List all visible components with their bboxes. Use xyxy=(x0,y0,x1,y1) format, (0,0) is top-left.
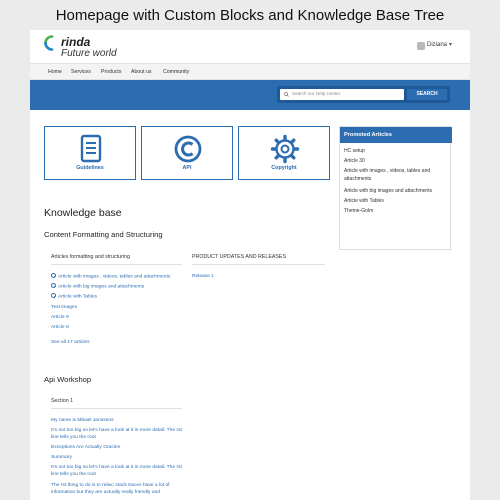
nav-item-products[interactable]: Products xyxy=(101,69,121,75)
nav-item-about-us[interactable]: About us xyxy=(131,69,151,75)
promoted-articles: Promoted Articles HC setup Article 30 Ar… xyxy=(339,126,452,250)
section-heading[interactable]: PRODUCT UPDATES AND RELEASES xyxy=(192,254,286,260)
article-link[interactable]: Article 8 xyxy=(51,324,69,331)
article-link[interactable]: Article with big images and attachments xyxy=(51,283,144,291)
article-title: Article with big images and attachments xyxy=(58,284,145,290)
promoted-star-icon xyxy=(51,273,56,278)
block-api[interactable]: API xyxy=(141,126,233,180)
help-center-page: rinda Future world Diziana ▾ Home Servic… xyxy=(30,30,470,500)
logo-tagline: Future world xyxy=(61,48,117,59)
block-label: API xyxy=(182,165,192,171)
section-heading[interactable]: Articles formatting and structuring xyxy=(51,254,130,260)
user-avatar-icon xyxy=(417,42,425,50)
article-link[interactable]: Test images xyxy=(51,304,77,311)
header: rinda Future world Diziana ▾ xyxy=(30,30,470,63)
hero-banner: Search our Help Center SEARCH xyxy=(30,80,470,110)
promoted-item[interactable]: Theme-Golm xyxy=(344,207,448,215)
section-divider xyxy=(51,264,182,265)
article-title: Article with images , videos, tables and… xyxy=(58,274,171,280)
nav-item-services[interactable]: Services xyxy=(71,69,91,75)
block-label: Guidelines xyxy=(76,165,104,171)
copyright-icon xyxy=(174,135,202,163)
article-link[interactable]: Article with Tables xyxy=(51,293,97,301)
section-heading[interactable]: Section 1 xyxy=(51,398,73,404)
promoted-star-icon xyxy=(51,283,56,288)
promoted-item[interactable]: Article with big images and attachments xyxy=(344,187,448,195)
banner-title: Homepage with Custom Blocks and Knowledg… xyxy=(55,7,445,24)
logo-name: rinda xyxy=(61,35,91,49)
document-icon xyxy=(80,134,102,163)
block-label: Copyright xyxy=(271,165,297,171)
section-divider xyxy=(192,264,325,265)
search-icon xyxy=(284,92,289,97)
category-title[interactable]: Api Workshop xyxy=(44,375,91,384)
search-box: Search our Help Center SEARCH xyxy=(277,86,450,103)
promoted-articles-title: Promoted Articles xyxy=(344,132,392,138)
promoted-star-icon xyxy=(51,293,56,298)
chevron-down-icon: ▾ xyxy=(449,42,453,48)
search-input[interactable]: Search our Help Center xyxy=(280,89,404,100)
block-guidelines[interactable]: Guidelines xyxy=(44,126,136,180)
logo-ring-icon xyxy=(44,35,54,51)
article-title: Article with Tables xyxy=(58,294,98,300)
search-placeholder: Search our Help Center xyxy=(292,91,341,96)
article-link[interactable]: Exceptions Are Actually Oracles xyxy=(51,444,120,451)
article-link[interactable]: My name is Mikael Janssens xyxy=(51,417,114,424)
banner: Homepage with Custom Blocks and Knowledg… xyxy=(0,0,500,30)
knowledge-base-title: Knowledge base xyxy=(44,207,122,219)
main-nav: Home Services Products About us Communit… xyxy=(30,63,470,80)
article-link[interactable]: Article 9 xyxy=(51,314,69,321)
logo[interactable]: rinda Future world xyxy=(44,35,136,61)
article-link[interactable]: The rst thing to do is to relax; stack t… xyxy=(51,482,183,496)
promoted-item[interactable]: HC setup xyxy=(344,147,448,155)
user-name: Diziana xyxy=(427,42,448,48)
article-link[interactable]: Summary xyxy=(51,454,72,461)
nav-item-home[interactable]: Home xyxy=(48,69,62,75)
promoted-item[interactable]: Article with images , videos, tables and… xyxy=(344,167,448,183)
promoted-articles-header: Promoted Articles xyxy=(340,127,452,143)
promoted-item[interactable]: Article 30 xyxy=(344,157,448,165)
gear-icon xyxy=(270,134,300,164)
article-link[interactable]: It's not too big so let's have a look at… xyxy=(51,427,183,441)
category-title[interactable]: Content Formatting and Structuring xyxy=(44,230,163,239)
article-link[interactable]: Release 1 xyxy=(192,273,214,280)
search-button[interactable]: SEARCH xyxy=(407,89,447,100)
nav-item-community[interactable]: Community xyxy=(163,69,189,75)
article-link[interactable]: It's not too big so let's have a look at… xyxy=(51,464,183,478)
block-copyright[interactable]: Copyright xyxy=(238,126,330,180)
section-divider xyxy=(51,408,182,409)
promoted-item[interactable]: Article with Tables xyxy=(344,197,448,205)
see-all-articles-link[interactable]: See all 17 articles xyxy=(51,339,90,346)
article-link[interactable]: Article with images , videos, tables and… xyxy=(51,273,170,281)
